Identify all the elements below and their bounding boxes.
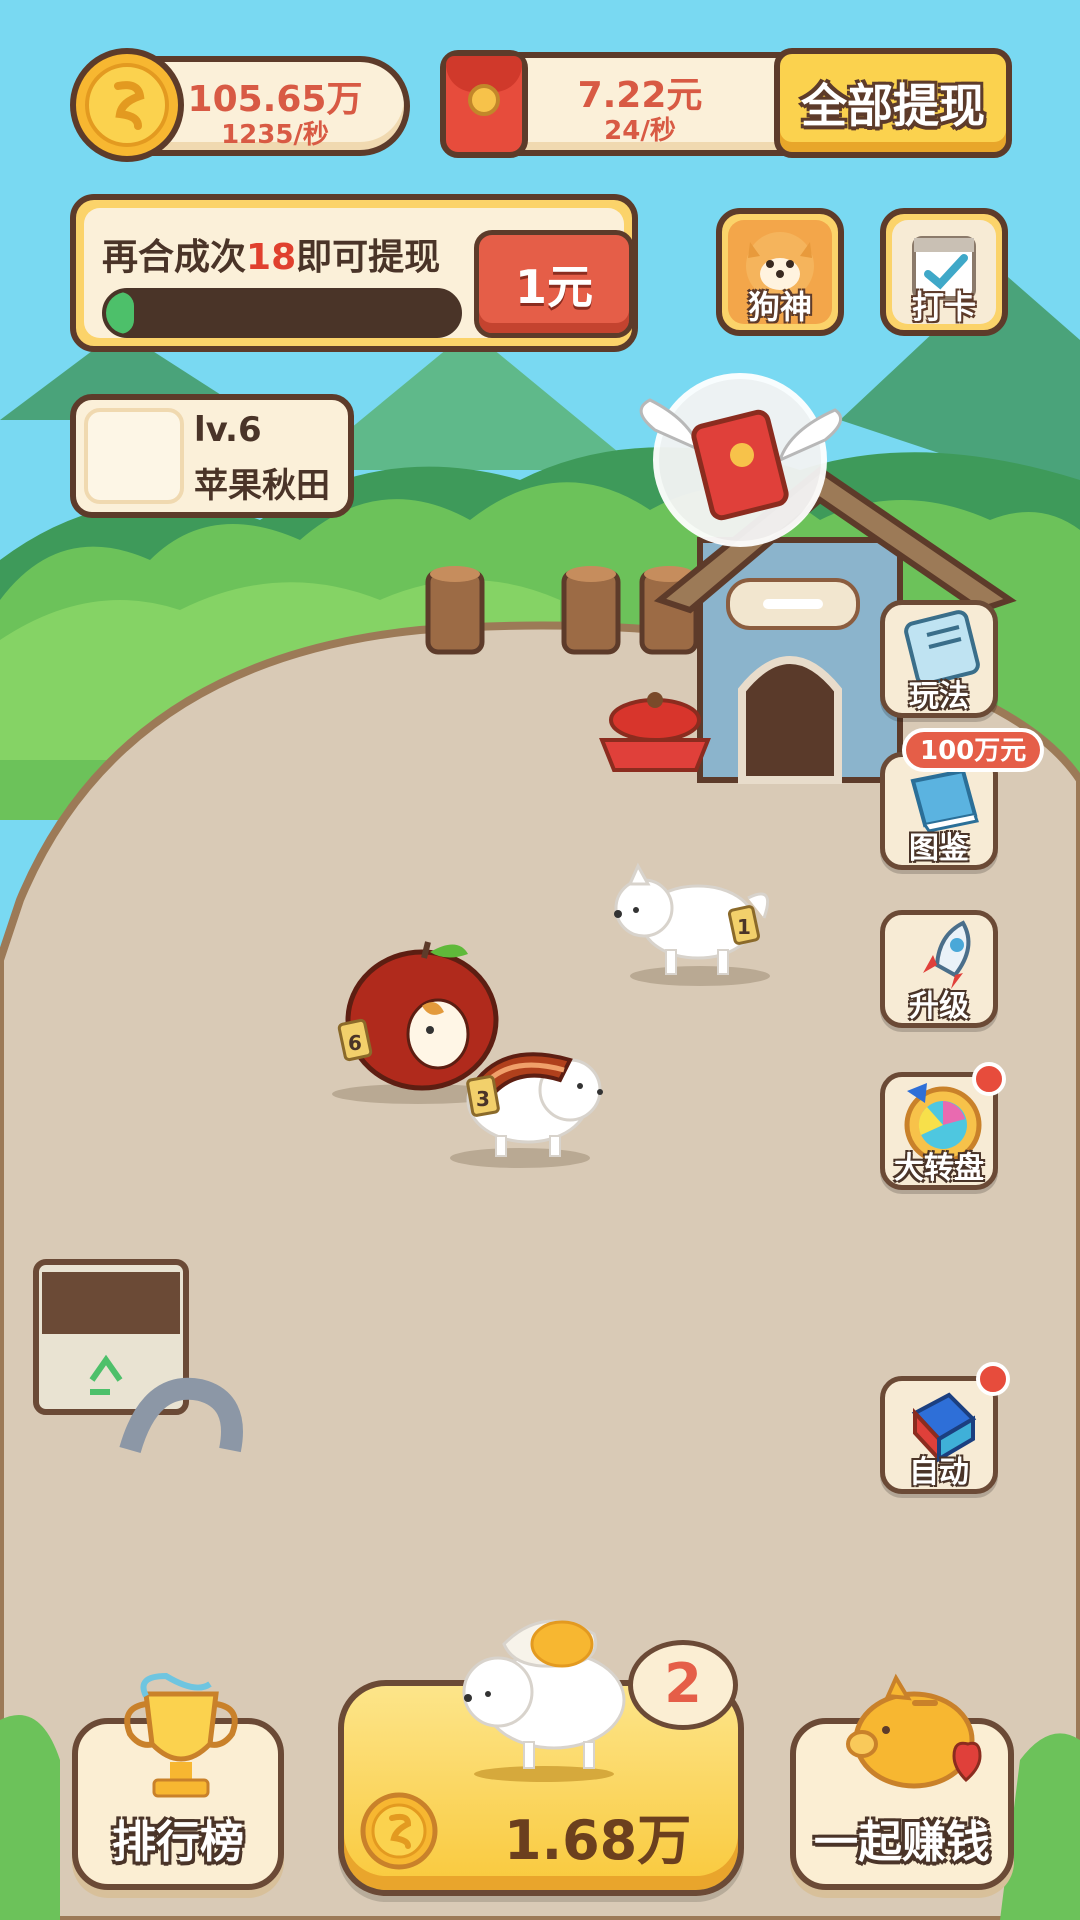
auto-merge-button[interactable]: 自动	[880, 1376, 998, 1494]
dog-level-1[interactable]: 1	[600, 858, 780, 988]
dog-level-panel: lv.6 苹果秋田	[70, 394, 354, 518]
earn-together-button[interactable]: 一起赚钱	[790, 1673, 1014, 1890]
task-reward-button[interactable]: 1元	[474, 230, 634, 338]
dog-level-3-bacon[interactable]: 3	[440, 1020, 620, 1170]
leaderboard-label: 排行榜	[112, 1817, 244, 1868]
upgrade-button[interactable]: 升级	[880, 910, 998, 1028]
dog-level-tag: 1	[737, 915, 751, 939]
coin-icon	[70, 48, 184, 162]
dog-level-2-egg	[462, 1619, 626, 1782]
task-progress-bar	[102, 288, 462, 338]
level-dog-name: 苹果秋田	[194, 466, 330, 506]
wheel-notification-dot	[972, 1062, 1006, 1096]
rules-label: 玩法	[909, 679, 969, 714]
buy-dog-level-bubble: 2	[628, 1640, 738, 1730]
auto-merge-label: 自动	[909, 1455, 969, 1490]
level-number: lv.6	[194, 410, 262, 450]
withdraw-all-button[interactable]: 全部提现	[774, 48, 1012, 158]
collection-label: 图鉴	[909, 831, 969, 866]
leaderboard-button[interactable]: 排行榜	[72, 1672, 284, 1890]
dog-level-tag: 6	[348, 1031, 362, 1055]
earn-together-label: 一起赚钱	[814, 1817, 990, 1868]
dog-god-button[interactable]: 狗神	[716, 208, 844, 336]
withdraw-task-panel: 再合成次18即可提现 1元	[70, 194, 638, 352]
piggy-bank-icon	[846, 1673, 982, 1789]
upgrade-label: 升级	[909, 989, 969, 1024]
auto-notification-dot	[976, 1362, 1010, 1396]
lucky-wheel-label: 大转盘	[894, 1151, 984, 1186]
red-envelope-icon	[440, 50, 528, 158]
rules-button[interactable]: 玩法	[880, 600, 998, 718]
dog-god-label: 狗神	[747, 288, 812, 326]
checkin-button[interactable]: 打卡	[880, 208, 1008, 336]
collection-badge: 100万元	[902, 728, 1045, 772]
checkin-label: 打卡	[911, 288, 976, 326]
level-thumbnail	[84, 408, 184, 504]
trophy-icon	[124, 1672, 238, 1798]
buy-dog-price: 1.68万	[504, 1809, 692, 1872]
dog-level-tag: 3	[476, 1087, 490, 1111]
task-count: 18	[246, 237, 297, 278]
coin-icon	[360, 1792, 438, 1870]
task-text: 再合成次18即可提现	[102, 237, 441, 278]
